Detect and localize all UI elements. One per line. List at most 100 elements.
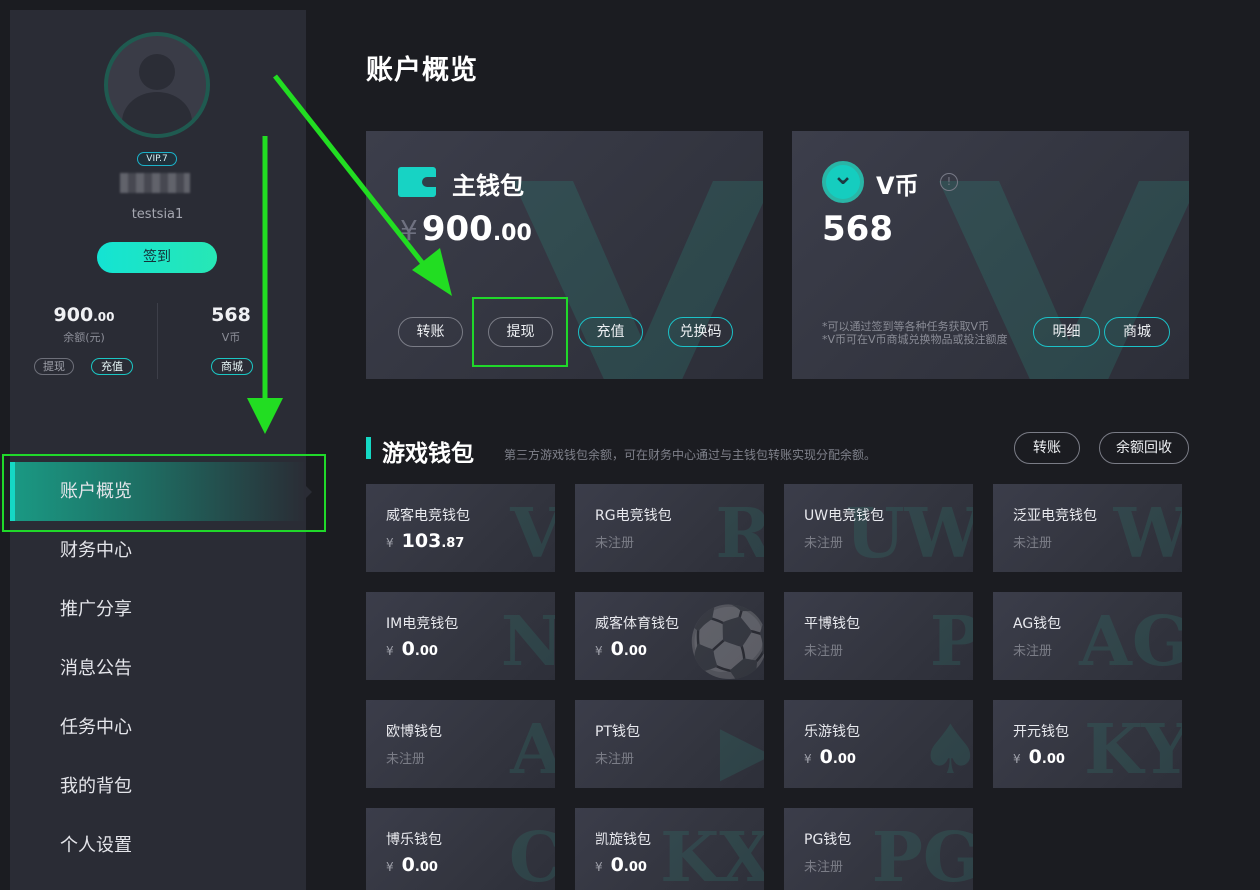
- info-icon[interactable]: !: [940, 173, 958, 191]
- game-logo-watermark-icon: P: [929, 602, 973, 680]
- blurred-nickname: [120, 173, 190, 193]
- game-wallet-card[interactable]: P 平博钱包 未注册: [784, 592, 973, 680]
- vcoin-stat: 568 V币: [181, 304, 281, 345]
- vcoin-note: *可以通过签到等各种任务获取V币 *V币可在V币商城兑换物品或投注额度: [822, 320, 1008, 346]
- game-wallet-name: 开元钱包: [1013, 724, 1069, 740]
- vcoin-icon: [822, 161, 864, 203]
- game-wallet-card[interactable]: W 泛亚电竞钱包 未注册: [993, 484, 1182, 572]
- balance-recover-button[interactable]: 余额回收: [1099, 432, 1189, 464]
- game-wallet-name: PG钱包: [804, 832, 852, 848]
- balance-value: 900.00: [53, 304, 115, 326]
- sidebar-item-backpack[interactable]: 我的背包: [10, 757, 306, 816]
- sidebar-item-promotion[interactable]: 推广分享: [10, 580, 306, 639]
- vcoin-label: V币: [221, 331, 241, 344]
- balance-label: 余额(元): [63, 331, 105, 344]
- game-wallet-name: IM电竞钱包: [386, 616, 459, 632]
- sidebar-item-label: 消息公告: [60, 658, 132, 679]
- vcoin-value: 568: [211, 304, 251, 326]
- game-wallet-balance: ¥0.00: [595, 854, 647, 876]
- sidebar-item-tasks[interactable]: 任务中心: [10, 698, 306, 757]
- game-wallet-name: 威客体育钱包: [595, 616, 679, 632]
- sidebar-item-label: 个人设置: [60, 835, 132, 856]
- sidebar-item-messages[interactable]: 消息公告: [10, 639, 306, 698]
- game-wallet-balance: ¥0.00: [386, 638, 438, 660]
- avatar-head-icon: [139, 54, 175, 90]
- game-wallet-card[interactable]: KX 凯旋钱包 ¥0.00: [575, 808, 764, 890]
- main-wallet-card: 主钱包 ¥900.00 转账 提现 充值 兑换码: [366, 131, 763, 379]
- game-wallet-card[interactable]: A 欧博钱包未注册: [366, 700, 555, 788]
- redeem-code-button[interactable]: 兑换码: [668, 317, 733, 347]
- sidebar-shop-button[interactable]: 商城: [211, 358, 253, 375]
- game-logo-watermark-icon: PG: [871, 818, 973, 890]
- game-logo-watermark-icon: C: [508, 818, 555, 890]
- game-wallet-unregistered: 未注册: [595, 536, 635, 551]
- game-wallet-name: RG电竞钱包: [595, 508, 672, 524]
- game-wallet-card[interactable]: ♠ 乐游钱包 ¥0.00: [784, 700, 973, 788]
- vcoin-shop-button[interactable]: 商城: [1104, 317, 1170, 347]
- game-logo-watermark-icon: AG: [1079, 602, 1182, 680]
- game-logo-watermark-icon: ▶: [719, 710, 764, 788]
- game-logo-watermark-icon: W: [1113, 494, 1182, 572]
- game-logo-watermark-icon: R: [715, 494, 764, 572]
- game-wallet-card[interactable]: KY 开元钱包 ¥0.00: [993, 700, 1182, 788]
- game-wallet-card[interactable]: C 博乐钱包 ¥0.00: [366, 808, 555, 890]
- game-logo-watermark-icon: A: [510, 710, 555, 788]
- vip-badge: VIP.7: [137, 152, 177, 166]
- game-wallet-name: 泛亚电竞钱包: [1013, 508, 1097, 524]
- game-wallet-unregistered: 未注册: [595, 752, 635, 767]
- sidebar-withdraw-button[interactable]: 提现: [34, 358, 74, 375]
- game-wallet-name: 威客电竞钱包: [386, 508, 470, 524]
- game-wallet-card[interactable]: PG PG钱包未注册: [784, 808, 973, 890]
- balance-stat: 900.00 余额(元): [34, 304, 134, 345]
- sidebar-item-label: 任务中心: [60, 717, 132, 738]
- avatar-body-icon: [122, 92, 192, 134]
- annotation-box-withdraw: [472, 297, 568, 367]
- main-wallet-amount: ¥900.00: [400, 209, 532, 249]
- vcoin-details-button[interactable]: 明细: [1033, 317, 1100, 347]
- game-wallet-card[interactable]: V 威客电竞钱包 ¥103.87: [366, 484, 555, 572]
- game-wallet-card[interactable]: UW UW电竞钱包 未注册: [784, 484, 973, 572]
- annotation-box-nav: [2, 454, 326, 532]
- game-wallet-unregistered: 未注册: [804, 536, 844, 551]
- game-wallet-unregistered: 未注册: [386, 752, 426, 767]
- game-wallet-card[interactable]: ⚽ 威客体育钱包 ¥0.00: [575, 592, 764, 680]
- transfer-button[interactable]: 转账: [398, 317, 463, 347]
- game-wallet-name: 博乐钱包: [386, 832, 442, 848]
- divider: [157, 303, 158, 379]
- game-wallet-name: 欧博钱包: [386, 724, 442, 740]
- game-logo-watermark-icon: ♠: [920, 710, 973, 788]
- game-wallet-balance: ¥0.00: [386, 854, 438, 876]
- game-logo-watermark-icon: ⚽: [687, 602, 764, 680]
- card-watermark-icon: [939, 181, 1189, 379]
- game-wallet-unregistered: 未注册: [804, 644, 844, 659]
- sidebar-item-settings[interactable]: 个人设置: [10, 816, 306, 875]
- page-title: 账户概览: [366, 55, 478, 86]
- game-wallet-balance: ¥0.00: [595, 638, 647, 660]
- game-wallet-card[interactable]: N IM电竞钱包 ¥0.00: [366, 592, 555, 680]
- game-wallet-unregistered: 未注册: [804, 860, 844, 875]
- game-wallet-card[interactable]: R RG电竞钱包 未注册: [575, 484, 764, 572]
- game-wallet-unregistered: 未注册: [1013, 644, 1053, 659]
- sidebar-item-label: 财务中心: [60, 540, 132, 561]
- signin-button[interactable]: 签到: [97, 242, 217, 273]
- recharge-button[interactable]: 充值: [578, 317, 643, 347]
- game-logo-watermark-icon: N: [500, 602, 555, 680]
- game-logo-watermark-icon: V: [510, 494, 555, 572]
- game-transfer-button[interactable]: 转账: [1014, 432, 1080, 464]
- game-wallet-title: 游戏钱包: [382, 441, 474, 467]
- game-wallet-name: UW电竞钱包: [804, 508, 885, 524]
- main-wallet-title: 主钱包: [452, 172, 524, 200]
- game-wallet-name: PT钱包: [595, 724, 640, 740]
- vcoin-amount: 568: [822, 209, 893, 249]
- section-accent-bar: [366, 437, 371, 459]
- vcoin-title: V币: [876, 172, 919, 200]
- avatar[interactable]: [104, 32, 210, 138]
- game-wallet-name: AG钱包: [1013, 616, 1062, 632]
- username: testsia1: [131, 207, 184, 222]
- game-wallet-card[interactable]: AG AG钱包未注册: [993, 592, 1182, 680]
- wallet-icon: [398, 167, 436, 197]
- game-wallet-name: 乐游钱包: [804, 724, 860, 740]
- game-wallet-card[interactable]: ▶ PT钱包未注册: [575, 700, 764, 788]
- sidebar-recharge-button[interactable]: 充值: [91, 358, 133, 375]
- game-wallet-unregistered: 未注册: [1013, 536, 1053, 551]
